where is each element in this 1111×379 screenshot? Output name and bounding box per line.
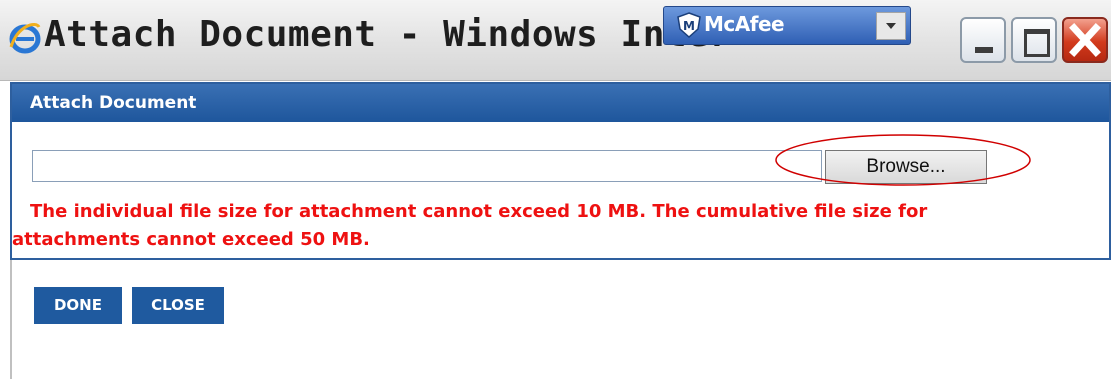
internet-explorer-icon	[9, 23, 41, 54]
window-title: Attach Document - Windows Inter	[44, 14, 732, 55]
warning-line-2: attachments cannot exceed 50 MB.	[12, 229, 370, 250]
done-button[interactable]: DONE	[34, 287, 122, 324]
mcafee-dropdown-button[interactable]	[876, 12, 906, 40]
maximize-button[interactable]	[1011, 17, 1057, 63]
warning-line-1: The individual file size for attachment …	[30, 201, 928, 222]
minimize-icon	[975, 47, 993, 53]
close-button[interactable]: CLOSE	[132, 287, 224, 324]
file-path-input[interactable]	[32, 150, 822, 182]
chevron-down-icon	[886, 23, 896, 29]
maximize-icon	[1024, 29, 1050, 57]
mcafee-toolbar[interactable]: M McAfee	[663, 6, 911, 45]
file-size-warning: The individual file size for attachment …	[12, 198, 1090, 254]
window-left-border	[10, 260, 12, 379]
close-icon	[1069, 23, 1101, 57]
window-titlebar: Attach Document - Windows Inter M McAfee	[0, 0, 1111, 81]
svg-text:M: M	[683, 19, 695, 33]
minimize-button[interactable]	[960, 17, 1006, 63]
close-window-button[interactable]	[1062, 17, 1108, 63]
mcafee-shield-icon: M	[677, 12, 701, 39]
highlight-ellipse	[775, 134, 1031, 186]
mcafee-label: McAfee	[704, 12, 785, 36]
panel-header: Attach Document	[12, 84, 1109, 122]
